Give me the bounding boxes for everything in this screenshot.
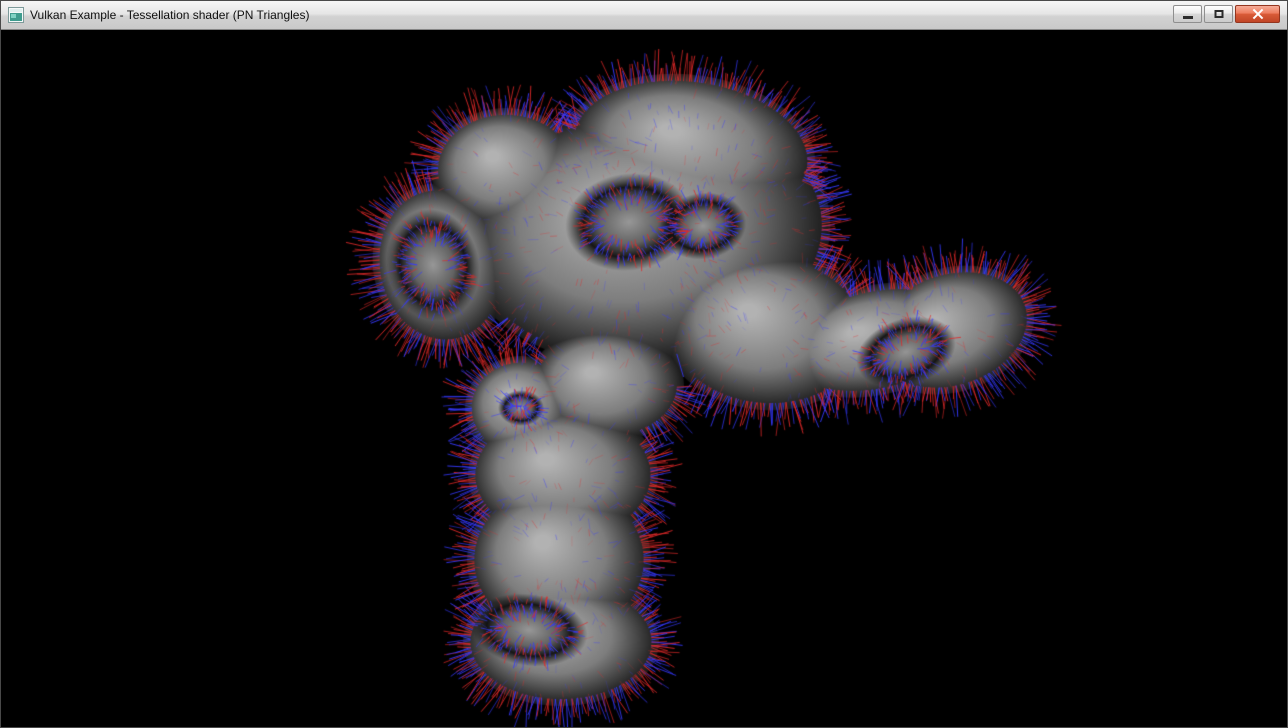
app-icon	[8, 7, 24, 23]
render-viewport[interactable]	[1, 30, 1287, 727]
minimize-button[interactable]	[1173, 5, 1202, 23]
titlebar[interactable]: Vulkan Example - Tessellation shader (PN…	[1, 1, 1287, 30]
window-controls	[1173, 5, 1280, 23]
minimize-icon	[1183, 16, 1193, 19]
window-title: Vulkan Example - Tessellation shader (PN…	[30, 8, 309, 22]
close-button[interactable]	[1235, 5, 1280, 23]
maximize-icon	[1214, 10, 1223, 18]
maximize-button[interactable]	[1204, 5, 1233, 23]
app-window: Vulkan Example - Tessellation shader (PN…	[0, 0, 1288, 728]
